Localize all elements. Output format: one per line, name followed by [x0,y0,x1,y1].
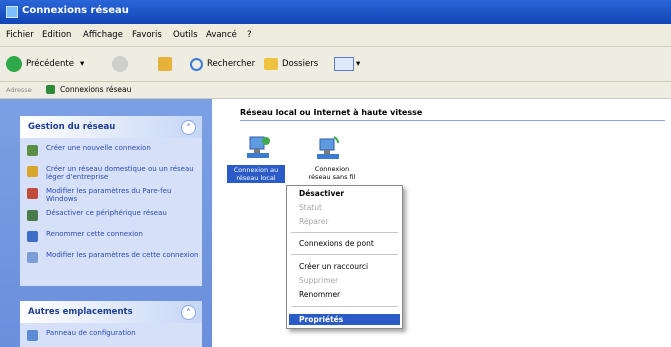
address-field[interactable]: Connexions réseau [60,85,131,94]
task-label: Modifier les paramètres du Pare-feu Wind… [46,187,172,203]
menu-help[interactable]: ? [247,30,252,40]
menu-affichage[interactable]: Affichage [83,30,123,40]
other-places-header[interactable]: Autres emplacements ˄ [20,301,202,323]
address-label: Adresse [6,86,32,94]
menu-bar: Fichier Edition Affichage Favoris Outils… [0,24,671,47]
lan-connection-icon [247,136,270,158]
chevron-down-icon: ▾ [356,59,361,69]
menu-avance[interactable]: Avancé [206,30,237,40]
menu-fichier[interactable]: Fichier [6,30,34,40]
forward-button[interactable] [112,55,128,73]
menu-separator [291,306,398,307]
up-folder-button[interactable] [158,55,172,73]
back-arrow-icon [6,56,22,72]
task-disable-device[interactable]: Désactiver ce périphérique réseau [20,209,202,224]
menu-edition[interactable]: Edition [42,30,71,40]
task-pane: Gestion du réseau ˄ Créer une nouvelle c… [0,99,212,347]
folders-icon [264,58,278,70]
menu-separator [291,254,398,255]
views-button[interactable]: ▾ [334,55,360,73]
network-tasks-header[interactable]: Gestion du réseau ˄ [20,116,202,138]
network-device-icon [27,210,38,221]
task-rename[interactable]: Renommer cette connexion [20,230,202,245]
task-settings[interactable]: Modifier les paramètres de cette connexi… [20,251,202,266]
task-label: Créer un réseau domestique ou un réseau … [46,165,194,181]
window-title: Connexions réseau [22,5,129,16]
folders-label: Dossiers [282,59,319,69]
menu-favoris[interactable]: Favoris [132,30,162,40]
menu-outils[interactable]: Outils [173,30,198,40]
lan-label-line2: réseau local [236,174,276,182]
network-folder-icon [6,6,18,18]
panel-title: Autres emplacements [28,307,133,317]
task-label: Désactiver ce périphérique réseau [46,209,167,217]
search-button[interactable]: Rechercher [190,55,255,73]
menu-item-creer-raccourci[interactable]: Créer un raccourci [299,262,368,271]
wireless-label-line2: réseau sans fil [308,173,356,181]
rename-icon [27,231,38,242]
folders-button[interactable]: Dossiers [264,55,318,73]
menu-item-reparer[interactable]: Réparer [299,217,328,226]
menu-item-desactiver[interactable]: Désactiver [299,189,344,198]
search-icon [190,57,203,71]
back-label: Précédente [26,59,74,69]
control-panel-icon [27,330,38,341]
new-connection-icon [27,145,38,156]
task-label: Modifier les paramètres de cette connexi… [46,251,199,259]
collapse-chevron-icon[interactable]: ˄ [181,120,196,135]
wireless-connection-icon [317,136,339,159]
search-label: Rechercher [207,59,256,69]
settings-icon [27,252,38,263]
forward-arrow-icon [112,56,128,72]
task-label: Panneau de configuration [46,329,136,337]
firewall-icon [27,188,38,199]
network-tasks-panel: Gestion du réseau ˄ Créer une nouvelle c… [20,116,202,286]
other-places-panel: Autres emplacements ˄ Panneau de configu… [20,301,202,347]
task-label: Créer une nouvelle connexion [46,144,151,152]
views-icon [334,57,354,71]
menu-item-proprietes[interactable]: Propriétés [299,315,343,324]
toolbar: Précédente ▾ Rechercher Dossiers ▾ [0,47,671,82]
task-create-connection[interactable]: Créer une nouvelle connexion [20,144,202,159]
content-area: Réseau local ou Internet à haute vitesse… [212,99,671,347]
panel-title: Gestion du réseau [28,122,116,132]
home-network-icon [27,166,38,177]
task-control-panel[interactable]: Panneau de configuration [20,329,202,344]
menu-item-statut[interactable]: Statut [299,203,322,212]
wireless-label-line1: Connexion [314,165,350,173]
chevron-down-icon[interactable]: ▾ [80,59,84,69]
address-bar: Adresse Connexions réseau [0,82,671,99]
back-button[interactable]: Précédente ▾ [6,55,84,73]
network-icon [46,85,55,94]
up-folder-icon [158,57,172,71]
lan-label-line1: Connexion au [233,166,279,174]
task-firewall[interactable]: Modifier les paramètres du Pare-feu Wind… [20,187,202,203]
menu-separator [291,232,398,233]
heading-divider [240,120,665,121]
task-label: Renommer cette connexion [46,230,143,238]
context-menu: Désactiver Statut Réparer Connexions de … [286,185,403,329]
menu-item-supprimer[interactable]: Supprimer [299,276,338,285]
menu-item-connexions-pont[interactable]: Connexions de pont [299,239,374,248]
menu-item-renommer[interactable]: Renommer [299,290,340,299]
collapse-chevron-icon[interactable]: ˄ [181,305,196,320]
group-heading: Réseau local ou Internet à haute vitesse [240,108,423,117]
title-bar: Connexions réseau [0,0,671,24]
task-home-network[interactable]: Créer un réseau domestique ou un réseau … [20,165,202,181]
